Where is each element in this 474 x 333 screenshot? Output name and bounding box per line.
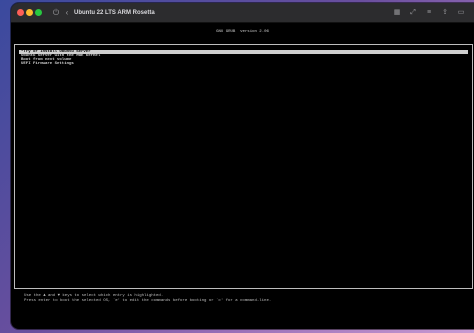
grub-title: GNU GRUB version 2.06 [216,30,269,34]
close-button[interactable] [17,9,24,16]
power-icon[interactable]: ⏻ [51,7,61,18]
sliders-icon[interactable]: ≡ [424,7,434,18]
resize-icon[interactable]: ⤢ [408,7,418,18]
help-line-2: Press enter to boot the selected OS, `e'… [24,299,272,303]
toolbar-right: ▦ ⤢ ≡ ⇪ ▭ [392,7,466,18]
help-text: Use the ▲ and ▼ keys to select which ent… [24,294,271,304]
window-title: Ubuntu 22 LTS ARM Rosetta [74,10,155,16]
share-icon[interactable]: ⇪ [440,7,450,18]
title-bar: ⏻ ‹ Ubuntu 22 LTS ARM Rosetta ▦ ⤢ ≡ ⇪ ▭ [11,3,474,23]
grub-menu: *Try or Install Ubuntu Server Ubuntu Ser… [19,50,468,66]
maximize-button[interactable] [35,9,42,16]
menu-item-uefi-settings[interactable]: UEFI Firmware Settings [19,62,468,66]
grub-menu-box: *Try or Install Ubuntu Server Ubuntu Ser… [14,44,473,289]
vm-window: ⏻ ‹ Ubuntu 22 LTS ARM Rosetta ▦ ⤢ ≡ ⇪ ▭ … [11,3,474,329]
grid-icon[interactable]: ▦ [392,7,402,18]
minimize-button[interactable] [26,9,33,16]
window-icon[interactable]: ▭ [456,7,466,18]
back-icon[interactable]: ‹ [63,7,71,18]
